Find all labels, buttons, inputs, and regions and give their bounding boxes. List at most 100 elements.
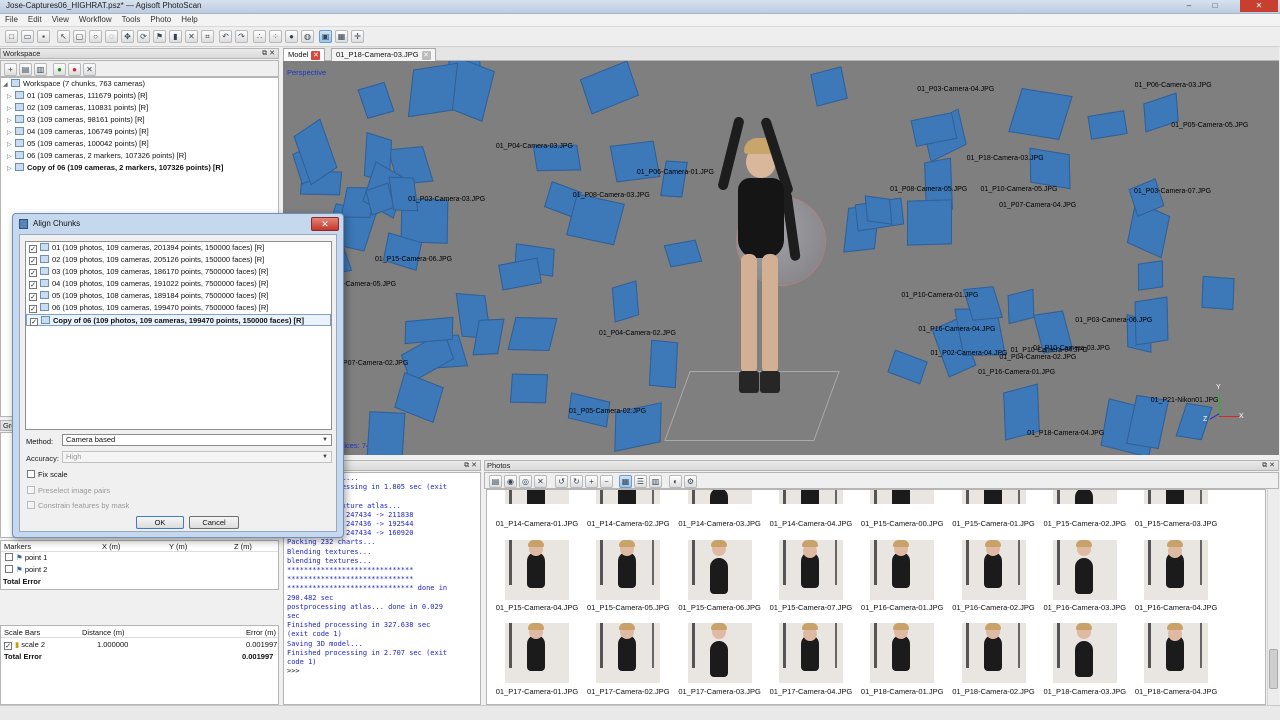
photo-thumbnail[interactable] <box>687 490 752 504</box>
menu-file[interactable]: File <box>0 14 23 25</box>
preselect-option[interactable]: Preselect image pairs <box>24 485 110 497</box>
camera-plane[interactable] <box>507 316 558 351</box>
photo-thumbnail[interactable] <box>505 490 569 504</box>
chunk-list-item[interactable]: ✓ 04 (109 photos, 109 cameras, 191022 poi… <box>26 278 331 290</box>
zoom-out-icon[interactable]: − <box>600 475 613 488</box>
crop-selection-icon[interactable]: ⌗ <box>201 30 214 43</box>
menu-view[interactable]: View <box>47 14 74 25</box>
photo-thumbnail[interactable] <box>870 540 935 600</box>
chunk-checkbox[interactable]: ✓ <box>29 305 37 313</box>
camera-plane[interactable] <box>887 349 929 385</box>
marker-checkbox[interactable] <box>5 565 13 573</box>
photo-thumbnail[interactable] <box>505 540 569 600</box>
navigation-icon[interactable]: ↖ <box>57 30 70 43</box>
camera-plane[interactable] <box>648 339 678 389</box>
chunk-checkbox[interactable]: ✓ <box>29 245 37 253</box>
marker-checkbox[interactable] <box>5 553 13 561</box>
save-icon[interactable]: ▪ <box>37 30 50 43</box>
chunk-item[interactable]: ▷ 02 (109 cameras, 110831 points) [R] <box>1 102 278 114</box>
tab-photo[interactable]: 01_P18-Camera-03.JPG ✕ <box>331 48 436 61</box>
model-viewport[interactable]: Perspective Vertices: 74953 01_P15-Camer… <box>283 61 1279 455</box>
camera-calibration-icon[interactable]: ⚙ <box>684 475 697 488</box>
camera-plane[interactable] <box>1008 87 1073 140</box>
workspace-root[interactable]: ◢ Workspace (7 chunks, 763 cameras) <box>1 78 278 90</box>
close-tab-icon[interactable]: ✕ <box>311 51 321 60</box>
details-view-icon[interactable]: ☰ <box>634 475 647 488</box>
circle-selection-icon[interactable]: ○ <box>89 30 102 43</box>
camera-plane[interactable] <box>660 160 688 198</box>
zoom-in-icon[interactable]: + <box>585 475 598 488</box>
chunk-list-item[interactable]: ✓ 03 (109 photos, 109 cameras, 186170 poi… <box>26 266 331 278</box>
marker-flag-icon[interactable]: ⚑ <box>153 30 166 43</box>
camera-plane[interactable] <box>404 316 453 344</box>
chunk-list-item[interactable]: ✓ 01 (109 photos, 109 cameras, 201394 poi… <box>26 242 331 254</box>
fix-scale-option[interactable]: Fix scale <box>24 469 68 481</box>
photo-thumbnail[interactable] <box>687 540 752 600</box>
photo-thumbnail[interactable] <box>778 623 843 683</box>
dialog-close-button[interactable]: ✕ <box>311 217 339 231</box>
move-object-icon[interactable]: ✥ <box>121 30 134 43</box>
photo-thumbnail[interactable] <box>961 490 1026 504</box>
chunk-list-item[interactable]: ✓ 05 (109 photos, 108 cameras, 189184 poi… <box>26 290 331 302</box>
camera-plane[interactable] <box>1201 275 1235 310</box>
model-solid-icon[interactable]: ● <box>285 30 298 43</box>
camera-plane[interactable] <box>367 410 406 455</box>
fix-scale-checkbox[interactable] <box>27 470 35 478</box>
photo-thumbnail[interactable] <box>1052 540 1117 600</box>
camera-plane[interactable] <box>388 176 419 212</box>
show-cameras-icon[interactable]: ▣ <box>319 30 332 43</box>
scrollbar-thumb[interactable] <box>1269 649 1278 689</box>
camera-plane[interactable] <box>810 65 848 106</box>
photo-thumbnail[interactable] <box>596 623 661 683</box>
close-tab-icon[interactable]: ✕ <box>421 51 431 60</box>
camera-plane[interactable] <box>906 198 952 246</box>
photo-thumbnail[interactable] <box>505 623 569 683</box>
menu-tools[interactable]: Tools <box>117 14 146 25</box>
camera-plane[interactable] <box>357 82 395 120</box>
new-document-icon[interactable]: □ <box>5 30 18 43</box>
photo-thumbnail[interactable] <box>596 540 661 600</box>
rotate-right-icon[interactable]: ↻ <box>570 475 583 488</box>
point-cloud-icon[interactable]: ∴ <box>253 30 266 43</box>
menu-edit[interactable]: Edit <box>23 14 47 25</box>
add-photos-icon[interactable]: ▤ <box>489 475 502 488</box>
scale-bar-row[interactable]: ✓ ▮ scale 2 1.000000 0.001997 <box>1 638 278 650</box>
panel-float-close-icon[interactable]: ⧉ ✕ <box>262 49 275 59</box>
constrain-option[interactable]: Constrain features by mask <box>24 500 129 512</box>
chunk-checkbox[interactable]: ✓ <box>29 293 37 301</box>
chunk-checkbox[interactable]: ✓ <box>29 269 37 277</box>
disable-camera-icon[interactable]: ◎ <box>519 475 532 488</box>
chunk-list-item[interactable]: ✓ 02 (109 photos, 109 cameras, 205126 poi… <box>26 254 331 266</box>
free-form-selection-icon[interactable]: ◌ <box>105 30 118 43</box>
chunk-item-active[interactable]: ▷ Copy of 06 (109 cameras, 2 markers, 107… <box>1 162 278 174</box>
photo-thumbnail[interactable] <box>1144 623 1209 683</box>
photo-thumbnail[interactable] <box>1052 623 1117 683</box>
menu-help[interactable]: Help <box>176 14 202 25</box>
method-select[interactable]: Camera based ▼ <box>62 434 332 446</box>
close-window-button[interactable]: ✕ <box>1240 0 1278 12</box>
camera-plane[interactable] <box>865 195 893 225</box>
chunk-list-item[interactable]: ✓ Copy of 06 (109 photos, 109 cameras, 19… <box>26 314 331 326</box>
constrain-checkbox[interactable] <box>27 501 35 509</box>
enable-icon[interactable]: ● <box>53 63 66 76</box>
camera-plane[interactable] <box>1008 288 1035 325</box>
camera-plane[interactable] <box>497 257 542 291</box>
photo-thumbnail[interactable] <box>1144 490 1209 504</box>
camera-plane[interactable] <box>407 62 459 117</box>
thumbnail-view-icon[interactable]: ▦ <box>619 475 632 488</box>
filter-icon[interactable]: ▥ <box>649 475 662 488</box>
accuracy-select[interactable]: High ▼ <box>62 451 332 463</box>
chunk-item[interactable]: ▷ 04 (109 cameras, 106749 points) [R] <box>1 126 278 138</box>
photo-thumbnail[interactable] <box>687 623 752 683</box>
camera-plane[interactable] <box>510 373 549 404</box>
model-textured-icon[interactable]: ◍ <box>301 30 314 43</box>
maximize-button[interactable]: □ <box>1202 0 1228 12</box>
panel-float-close-icon[interactable]: ⧉ ✕ <box>1262 461 1275 471</box>
camera-plane[interactable] <box>664 239 703 267</box>
enable-camera-icon[interactable]: ◉ <box>504 475 517 488</box>
menu-workflow[interactable]: Workflow <box>74 14 117 25</box>
photo-thumbnail[interactable] <box>1144 540 1209 600</box>
photo-thumbnail[interactable] <box>778 490 843 504</box>
photo-thumbnail[interactable] <box>870 490 935 504</box>
ok-button[interactable]: OK <box>136 516 184 529</box>
